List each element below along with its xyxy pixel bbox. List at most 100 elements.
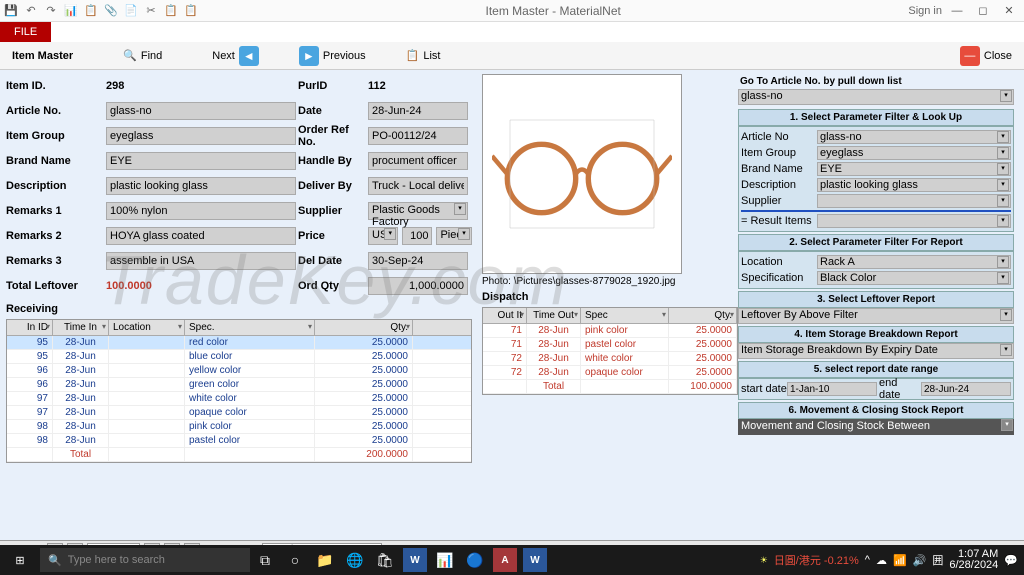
storage-report-select[interactable]: Item Storage Breakdown By Expiry Date▾ <box>738 343 1014 359</box>
store-icon[interactable]: 🛍 <box>370 545 400 575</box>
col-time-in[interactable]: Time In <box>53 320 109 335</box>
col-location[interactable]: Location <box>109 320 185 335</box>
file-tab[interactable]: FILE <box>0 22 51 42</box>
table-row[interactable]: 7128-Junpastel color25.0000 <box>483 338 737 352</box>
leftover-report-select[interactable]: Leftover By Above Filter▾ <box>738 308 1014 324</box>
price-input[interactable] <box>402 227 432 245</box>
deliver-by-input[interactable] <box>368 177 468 195</box>
qa-icon[interactable]: 📋 <box>164 4 178 18</box>
volume-icon[interactable]: 🔊 <box>913 554 927 567</box>
end-date-input[interactable] <box>921 382 1011 396</box>
table-row[interactable]: 9628-Junyellow color25.0000 <box>7 364 471 378</box>
word-icon[interactable]: W <box>403 548 427 572</box>
list-button[interactable]: 📋List <box>400 47 447 64</box>
taskbar-search[interactable]: 🔍Type here to search <box>40 548 250 572</box>
undo-icon[interactable]: ↶ <box>24 4 38 18</box>
filter-spec[interactable]: Black Color▾ <box>817 271 1011 285</box>
order-ref-input[interactable] <box>368 127 468 145</box>
col-in-id[interactable]: In ID <box>7 320 53 335</box>
close-window-icon[interactable]: ✕ <box>998 2 1020 20</box>
ime-icon[interactable]: 囲 <box>932 552 943 568</box>
system-tray[interactable]: ☀ 日圓/港元 -0.21% ^ ☁ 📶 🔊 囲 1:07 AM6/28/202… <box>760 549 1024 571</box>
signin-link[interactable]: Sign in <box>908 5 942 17</box>
table-row[interactable]: 9728-Junwhite color25.0000 <box>7 392 471 406</box>
go-to-select[interactable]: glass-no▾ <box>738 89 1014 105</box>
unit-select[interactable]: Piece▾ <box>436 227 472 245</box>
save-icon[interactable]: 💾 <box>4 4 18 18</box>
cortana-icon[interactable]: ○ <box>280 545 310 575</box>
table-row[interactable]: 9528-Junblue color25.0000 <box>7 350 471 364</box>
explorer-icon[interactable]: 📁 <box>310 545 340 575</box>
minimize-icon[interactable]: — <box>946 2 968 20</box>
handle-by-input[interactable] <box>368 152 468 170</box>
item-group-input[interactable] <box>106 127 296 145</box>
filter-brand[interactable]: EYE▾ <box>817 162 1011 176</box>
redo-icon[interactable]: ↷ <box>44 4 58 18</box>
task-view-icon[interactable]: ⧉ <box>250 545 280 575</box>
word2-icon[interactable]: W <box>523 548 547 572</box>
table-row[interactable]: 7228-Junwhite color25.0000 <box>483 352 737 366</box>
chrome-icon[interactable]: 🔵 <box>460 545 490 575</box>
result-items[interactable]: ▾ <box>817 214 1011 228</box>
qa-icon[interactable]: 📋 <box>184 4 198 18</box>
qa-icon[interactable]: 📄 <box>124 4 138 18</box>
table-row[interactable]: 9828-Junpink color25.0000 <box>7 420 471 434</box>
table-row[interactable]: 9528-Junred color25.0000 <box>7 336 471 350</box>
remarks2-input[interactable] <box>106 227 296 245</box>
remarks3-label: Remarks 3 <box>6 255 106 267</box>
chevron-down-icon: ▾ <box>1000 309 1012 321</box>
start-date-input[interactable] <box>787 382 877 396</box>
next-button[interactable]: Next◄ <box>206 44 265 68</box>
chevron-down-icon: ▾ <box>1000 344 1012 356</box>
start-button[interactable]: ⊞ <box>0 545 40 575</box>
col-spec[interactable]: Spec <box>581 308 669 323</box>
chevron-down-icon: ▾ <box>997 147 1009 159</box>
table-row[interactable]: 9728-Junopaque color25.0000 <box>7 406 471 420</box>
col-spec[interactable]: Spec. <box>185 320 315 335</box>
col-qty[interactable]: Qty. <box>669 308 737 323</box>
chevron-down-icon: ▾ <box>997 179 1009 191</box>
filter-location[interactable]: Rack A▾ <box>817 255 1011 269</box>
find-button[interactable]: 🔍Find <box>117 47 168 64</box>
brand-name-input[interactable] <box>106 152 296 170</box>
total-row: Total100.0000 <box>483 380 737 394</box>
col-out-id[interactable]: Out It <box>483 308 527 323</box>
col-qty[interactable]: Qty. <box>315 320 413 335</box>
col-time-out[interactable]: Time Out <box>527 308 581 323</box>
dispatch-grid[interactable]: Out It Time Out Spec Qty. 7128-Junpink c… <box>482 307 738 395</box>
table-row[interactable]: 9628-Jungreen color25.0000 <box>7 378 471 392</box>
article-no-input[interactable] <box>106 102 296 120</box>
table-row[interactable]: 7228-Junopaque color25.0000 <box>483 366 737 380</box>
supplier-select[interactable]: Plastic Goods Factory▾ <box>368 202 468 220</box>
filter-item-group[interactable]: eyeglass▾ <box>817 146 1011 160</box>
onedrive-icon[interactable]: ☁ <box>876 554 887 567</box>
wifi-icon[interactable]: 📶 <box>893 554 907 567</box>
notifications-icon[interactable]: 💬 <box>1004 554 1018 567</box>
currency-select[interactable]: USD▾ <box>368 227 398 245</box>
qa-icon[interactable]: 📋 <box>84 4 98 18</box>
app-icon[interactable]: 📊 <box>430 545 460 575</box>
access-icon[interactable]: A <box>493 548 517 572</box>
filter-article-no[interactable]: glass-no▾ <box>817 130 1011 144</box>
qa-icon[interactable]: 📎 <box>104 4 118 18</box>
date-input[interactable] <box>368 102 468 120</box>
movement-report-select[interactable]: Movement and Closing Stock Between▾ <box>738 419 1014 435</box>
qa-icon[interactable]: ✂ <box>144 4 158 18</box>
close-button[interactable]: —Close <box>954 44 1018 68</box>
clock[interactable]: 1:07 AM6/28/2024 <box>949 549 998 571</box>
tray-chevron-icon[interactable]: ^ <box>865 554 870 566</box>
table-row[interactable]: 7128-Junpink color25.0000 <box>483 324 737 338</box>
filter-supplier[interactable]: ▾ <box>817 194 1011 208</box>
receiving-grid[interactable]: In ID Time In Location Spec. Qty. 9528-J… <box>6 319 472 463</box>
qa-icon[interactable]: 📊 <box>64 4 78 18</box>
description-input[interactable] <box>106 177 296 195</box>
maximize-icon[interactable]: ◻ <box>972 2 994 20</box>
del-date-input[interactable] <box>368 252 468 270</box>
previous-button[interactable]: ►Previous <box>293 44 372 68</box>
remarks3-input[interactable] <box>106 252 296 270</box>
filter-desc[interactable]: plastic looking glass▾ <box>817 178 1011 192</box>
table-row[interactable]: 9828-Junpastel color25.0000 <box>7 434 471 448</box>
edge-icon[interactable]: 🌐 <box>340 545 370 575</box>
remarks1-input[interactable] <box>106 202 296 220</box>
ord-qty-input[interactable] <box>368 277 468 295</box>
